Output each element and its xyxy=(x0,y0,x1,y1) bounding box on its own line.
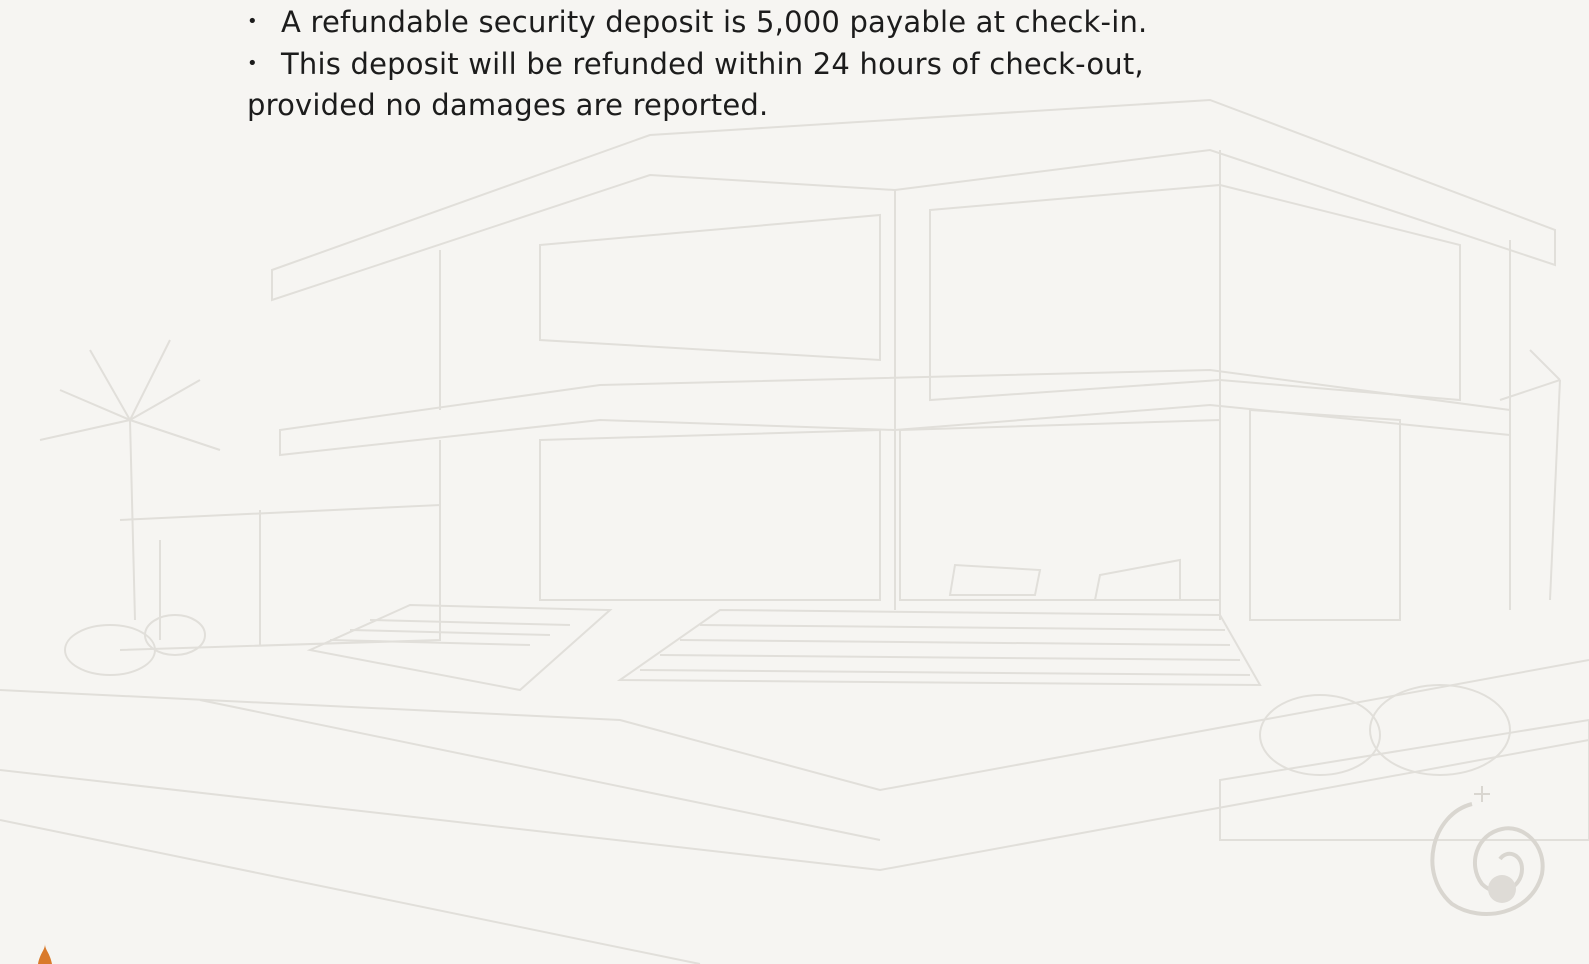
bullet-marker: • xyxy=(247,52,258,74)
bullet-item: • This deposit will be refunded within 24… xyxy=(247,44,1144,87)
bullet-marker: • xyxy=(247,10,258,32)
spiral-shell-logo-icon xyxy=(1430,786,1545,916)
flame-icon xyxy=(38,944,52,964)
page: • A refundable security deposit is 5,000 … xyxy=(0,0,1589,964)
bullet-continuation: provided no damages are reported. xyxy=(247,88,769,122)
bullet-item: • A refundable security deposit is 5,000 … xyxy=(247,2,1147,45)
bullet-text: This deposit will be refunded within 24 … xyxy=(281,47,1144,81)
bullet-text: A refundable security deposit is 5,000 p… xyxy=(281,5,1148,39)
villa-sketch-illustration xyxy=(0,98,1589,964)
